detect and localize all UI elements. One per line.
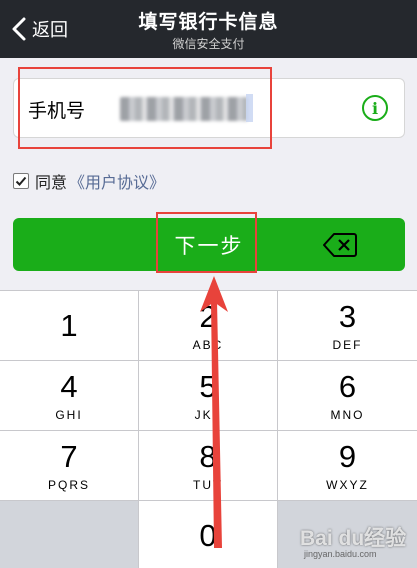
key-digit: 0 (199, 518, 217, 553)
agreement-row: 同意 《用户协议》 (13, 170, 165, 192)
key-2[interactable]: 2 ABC (139, 291, 278, 361)
key-digit: 7 (60, 439, 78, 474)
key-7[interactable]: 7 PQRS (0, 431, 139, 501)
backspace-icon[interactable] (323, 232, 357, 258)
key-digit: 3 (338, 299, 357, 334)
agree-label: 同意 (35, 173, 68, 192)
key-digit: 1 (60, 308, 78, 343)
key-letters: GHI (55, 408, 83, 422)
key-letters: JKL (194, 408, 222, 422)
key-letters: MNO (330, 408, 365, 422)
key-letters: ABC (192, 338, 224, 352)
key-digit: 5 (199, 369, 217, 404)
key-8[interactable]: 8 TUV (139, 431, 278, 501)
key-letters: PQRS (47, 478, 90, 492)
agree-checkbox[interactable] (13, 173, 29, 189)
key-delete[interactable] (278, 501, 417, 568)
numeric-keypad: 1 2 ABC 3 DEF 4 GHI 5 JKL 6 MNO 7 PQRS 8… (0, 290, 417, 568)
key-5[interactable]: 5 JKL (139, 361, 278, 431)
key-1[interactable]: 1 (0, 291, 139, 361)
text-cursor (246, 94, 253, 122)
key-blank (0, 501, 139, 568)
key-digit: 9 (338, 439, 357, 474)
page-subtitle: 微信安全支付 (172, 37, 245, 51)
checkmark-icon (15, 176, 27, 186)
key-4[interactable]: 4 GHI (0, 361, 139, 431)
key-digit: 6 (338, 369, 357, 404)
key-digit: 4 (60, 369, 78, 404)
phone-label: 手机号 (28, 100, 86, 122)
navigation-bar: 返回 填写银行卡信息 微信安全支付 (0, 0, 417, 58)
key-9[interactable]: 9 WXYZ (278, 431, 417, 501)
phone-number-field[interactable]: 手机号 •••••••••• i (13, 78, 405, 138)
key-3[interactable]: 3 DEF (278, 291, 417, 361)
phone-input-value[interactable]: •••••••••• (120, 97, 248, 121)
key-letters: TUV (193, 478, 223, 492)
key-digit: 8 (199, 439, 217, 474)
user-agreement-link[interactable]: 《用户协议》 (69, 169, 165, 193)
page-title: 填写银行卡信息 (138, 11, 279, 33)
key-0[interactable]: 0 (139, 501, 278, 568)
key-6[interactable]: 6 MNO (278, 361, 417, 431)
key-letters: WXYZ (326, 478, 369, 492)
key-digit: 2 (199, 299, 217, 334)
key-letters: DEF (332, 338, 363, 352)
info-icon[interactable]: i (362, 95, 388, 121)
